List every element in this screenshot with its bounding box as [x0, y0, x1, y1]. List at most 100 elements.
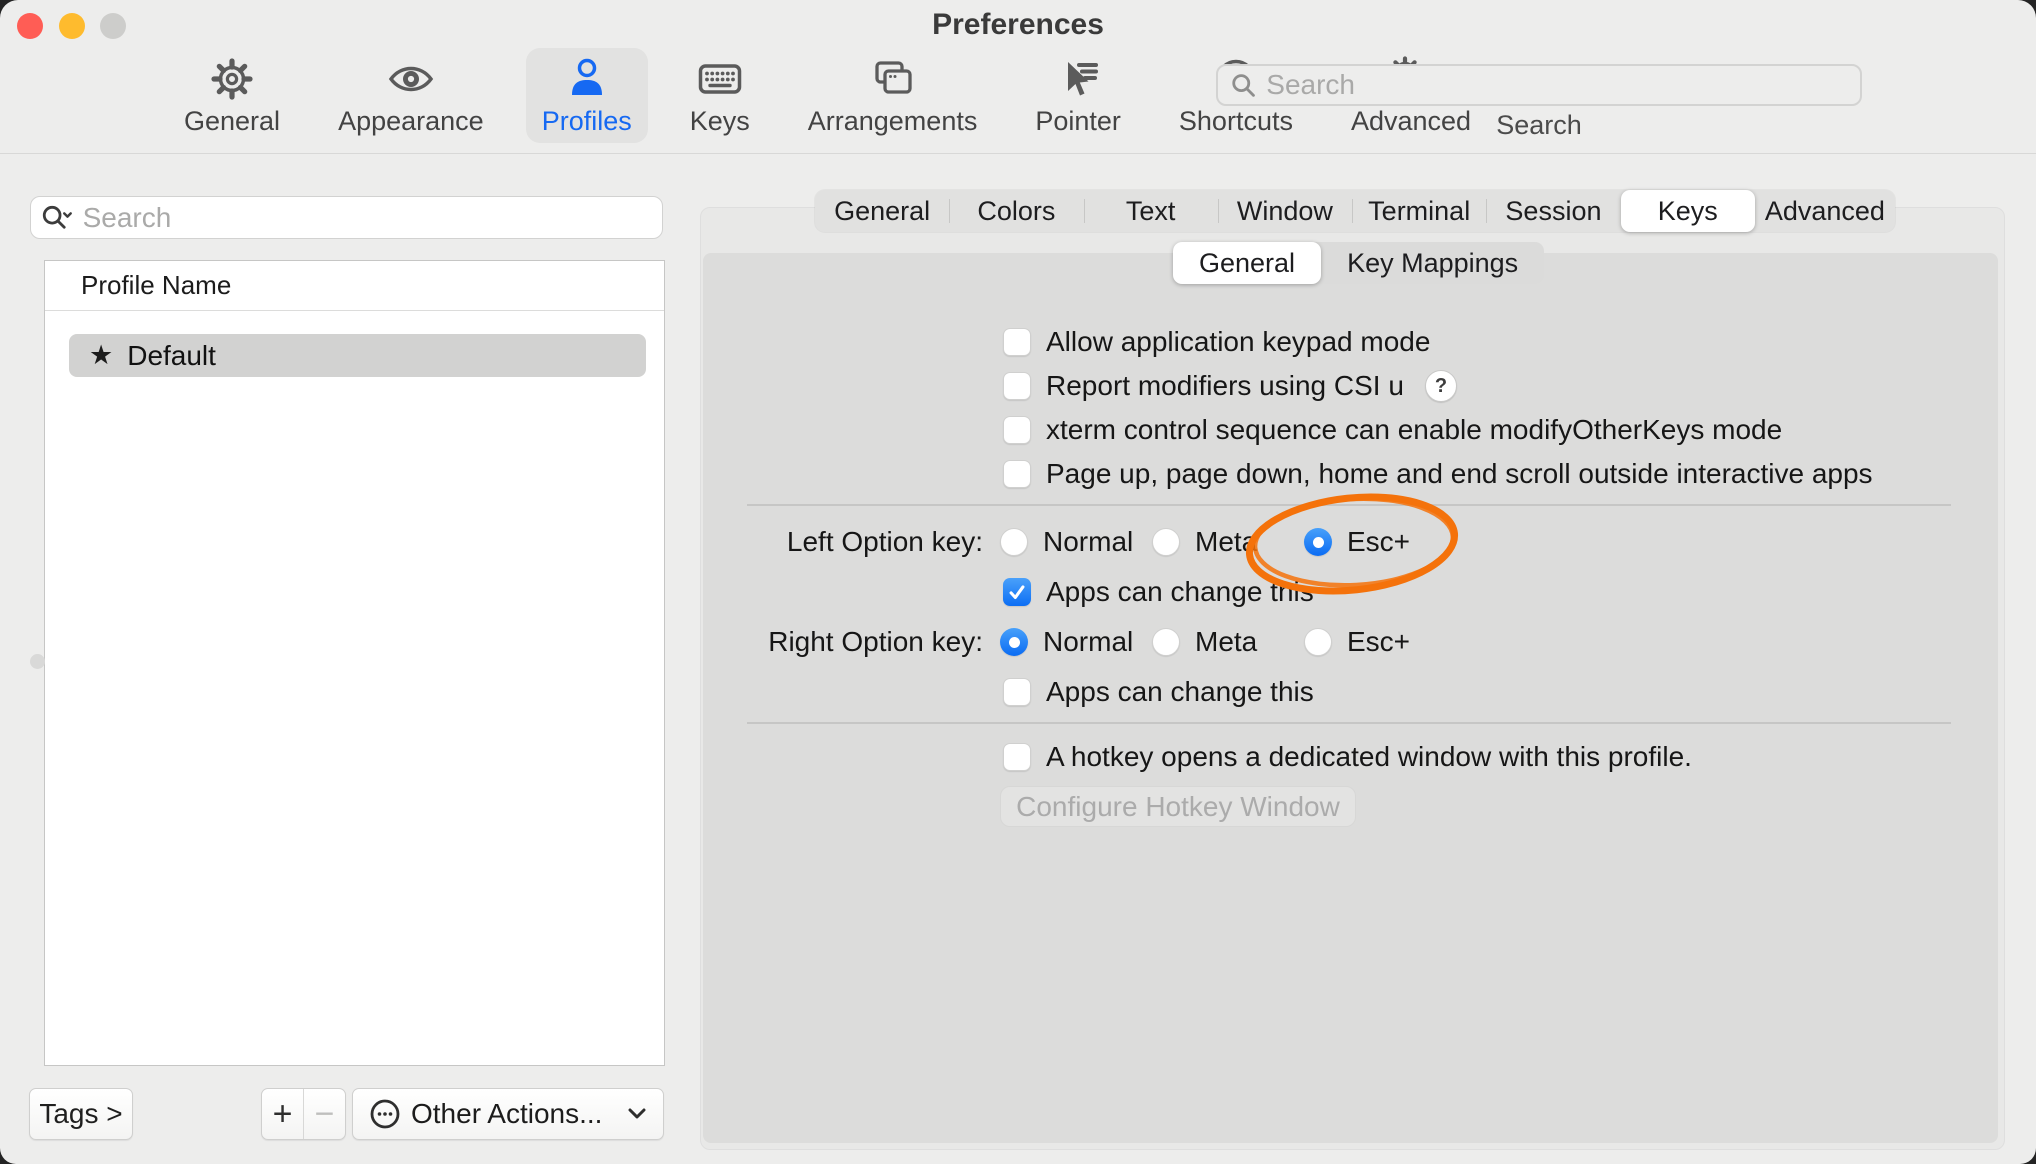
eye-icon: [388, 56, 434, 102]
radio-right-meta: Meta: [1152, 620, 1257, 664]
toolbar-search-input[interactable]: [1264, 68, 1848, 102]
profile-list: Profile Name ★ Default: [44, 260, 665, 1066]
checkbox-label[interactable]: Apps can change this: [1046, 576, 1314, 608]
keyboard-icon: [697, 56, 743, 102]
checkbox-modify-other-keys[interactable]: [1003, 416, 1031, 444]
radio-label[interactable]: Normal: [1043, 526, 1133, 558]
star-icon: ★: [89, 342, 113, 369]
toolbar-search-caption: Search: [1216, 110, 1862, 141]
row-left-apps-can-change: Apps can change this: [1003, 570, 1314, 614]
preferences-window: Preferences General: [0, 0, 2036, 1164]
radio-right-normal-control[interactable]: [1000, 628, 1028, 656]
toolbar-label-arrangements: Arrangements: [808, 106, 978, 137]
add-remove-group: + −: [261, 1088, 346, 1140]
toolbar-item-arrangements[interactable]: Arrangements: [792, 48, 994, 143]
row-csi-u: Report modifiers using CSI u ?: [1003, 364, 1457, 408]
other-actions-label: Other Actions...: [411, 1098, 602, 1130]
toolbar-item-keys[interactable]: Keys: [674, 48, 766, 143]
divider: [747, 722, 1951, 724]
checkbox-label[interactable]: A hotkey opens a dedicated window with t…: [1046, 741, 1692, 773]
tab-general[interactable]: General: [815, 190, 949, 232]
add-profile-button[interactable]: +: [262, 1089, 303, 1139]
toolbar-item-pointer[interactable]: Pointer: [1019, 48, 1137, 143]
toolbar-label-profiles: Profiles: [542, 106, 632, 137]
radio-left-normal-control[interactable]: [1000, 528, 1028, 556]
radio-label[interactable]: Meta: [1195, 626, 1257, 658]
radio-left-normal: Normal: [1000, 520, 1133, 564]
radio-left-esc-control[interactable]: [1304, 528, 1332, 556]
windows-icon: [870, 56, 916, 102]
tags-button-label: Tags >: [39, 1098, 122, 1130]
profile-list-header: Profile Name: [45, 261, 664, 311]
radio-right-meta-control[interactable]: [1152, 628, 1180, 656]
radio-left-meta: Meta: [1152, 520, 1257, 564]
tab-session[interactable]: Session: [1486, 190, 1620, 232]
window-title: Preferences: [0, 8, 2036, 42]
chevron-down-icon: [627, 1108, 647, 1120]
checkbox-right-apps-can-change[interactable]: [1003, 678, 1031, 706]
radio-label[interactable]: Normal: [1043, 626, 1133, 658]
checkbox-csi-u[interactable]: [1003, 372, 1031, 400]
tab-colors[interactable]: Colors: [949, 190, 1083, 232]
profile-search-field[interactable]: [30, 196, 663, 239]
left-option-key-label: Left Option key:: [683, 520, 983, 564]
checkbox-hotkey[interactable]: [1003, 743, 1031, 771]
profile-tabbar: General Colors Text Window Terminal Sess…: [815, 190, 1895, 232]
checkbox-label[interactable]: Apps can change this: [1046, 676, 1314, 708]
checkbox-left-apps-can-change[interactable]: [1003, 578, 1031, 606]
radio-label[interactable]: Meta: [1195, 526, 1257, 558]
tab-terminal[interactable]: Terminal: [1352, 190, 1486, 232]
toolbar-search-field[interactable]: [1216, 64, 1862, 106]
radio-label[interactable]: Esc+: [1347, 526, 1410, 558]
circle-ellipsis-icon: [369, 1098, 401, 1130]
checkbox-keypad-mode[interactable]: [1003, 328, 1031, 356]
tab-advanced[interactable]: Advanced: [1755, 190, 1895, 232]
checkbox-label[interactable]: xterm control sequence can enable modify…: [1046, 414, 1782, 446]
toolbar-label-general: General: [184, 106, 280, 137]
radio-left-meta-control[interactable]: [1152, 528, 1180, 556]
splitter-dot: [30, 654, 45, 669]
checkbox-label[interactable]: Allow application keypad mode: [1046, 326, 1430, 358]
profile-row-default[interactable]: ★ Default: [69, 334, 646, 377]
toolbar-item-appearance[interactable]: Appearance: [322, 48, 500, 143]
tab-keys[interactable]: Keys: [1621, 190, 1755, 232]
scoped-search-icon: [41, 203, 73, 233]
checkbox-label[interactable]: Page up, page down, home and end scroll …: [1046, 458, 1873, 490]
radio-label[interactable]: Esc+: [1347, 626, 1410, 658]
radio-right-esc-control[interactable]: [1304, 628, 1332, 656]
toolbar-item-general[interactable]: General: [168, 48, 296, 143]
toolbar-label-pointer: Pointer: [1035, 106, 1121, 137]
gear-icon: [209, 56, 255, 102]
radio-right-normal: Normal: [1000, 620, 1133, 664]
remove-profile-button[interactable]: −: [303, 1089, 345, 1139]
tags-button[interactable]: Tags >: [29, 1088, 133, 1140]
right-option-key-label: Right Option key:: [683, 620, 983, 664]
person-icon: [564, 56, 610, 102]
search-icon: [1230, 71, 1256, 99]
keys-subtabs: General Key Mappings: [1173, 242, 1544, 284]
toolbar-label-appearance: Appearance: [338, 106, 484, 137]
subtab-key-mappings[interactable]: Key Mappings: [1321, 242, 1544, 284]
row-scroll-outside: Page up, page down, home and end scroll …: [1003, 452, 1873, 496]
tab-text[interactable]: Text: [1084, 190, 1218, 232]
tab-window[interactable]: Window: [1218, 190, 1352, 232]
toolbar-label-keys: Keys: [690, 106, 750, 137]
divider: [747, 504, 1951, 506]
check-icon: [1006, 581, 1028, 603]
cursor-icon: [1055, 56, 1101, 102]
help-button[interactable]: ?: [1425, 370, 1457, 402]
row-keypad-mode: Allow application keypad mode: [1003, 320, 1430, 364]
other-actions-popup[interactable]: Other Actions...: [352, 1088, 664, 1140]
row-modify-other-keys: xterm control sequence can enable modify…: [1003, 408, 1782, 452]
checkbox-scroll-outside[interactable]: [1003, 460, 1031, 488]
row-right-apps-can-change: Apps can change this: [1003, 670, 1314, 714]
radio-left-esc: Esc+: [1304, 520, 1410, 564]
configure-hotkey-window-button[interactable]: Configure Hotkey Window: [1000, 786, 1356, 827]
checkbox-label[interactable]: Report modifiers using CSI u: [1046, 370, 1404, 402]
profile-search-input[interactable]: [81, 201, 652, 235]
toolbar-item-profiles[interactable]: Profiles: [526, 48, 648, 143]
radio-right-esc: Esc+: [1304, 620, 1410, 664]
subtab-general[interactable]: General: [1173, 242, 1321, 284]
row-hotkey: A hotkey opens a dedicated window with t…: [1003, 735, 1692, 779]
profile-name: Default: [127, 340, 216, 372]
